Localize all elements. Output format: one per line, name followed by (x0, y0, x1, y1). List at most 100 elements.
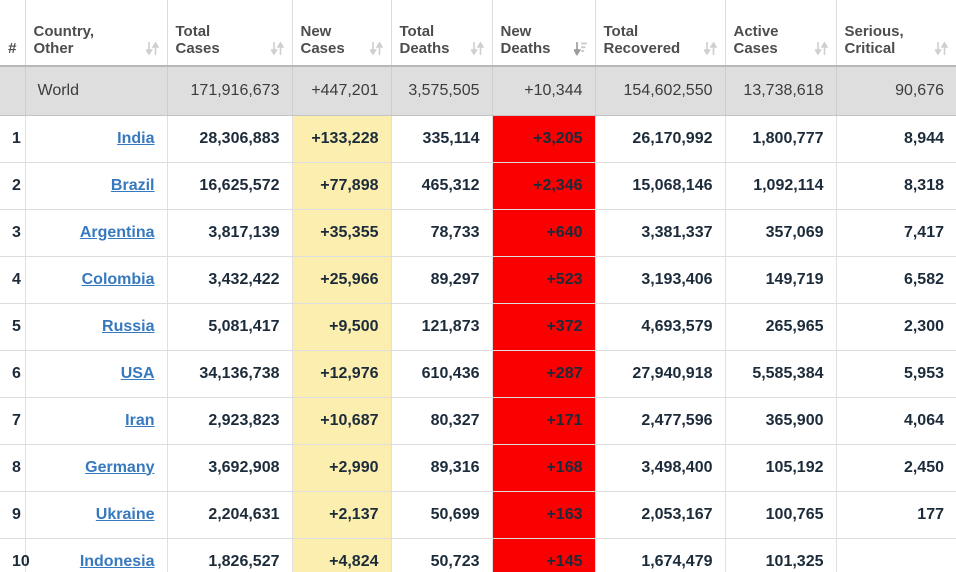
country-link[interactable]: Indonesia (80, 553, 155, 570)
new-cases-cell: +2,137 (292, 491, 392, 539)
new-cases-cell: +25,966 (292, 256, 392, 304)
serious-critical-cell: 8,318 (836, 162, 956, 210)
column-header-active-cases-line2: Cases (733, 40, 778, 57)
new-deaths-cell: +3,205 (492, 115, 596, 163)
column-header-new-deaths-line2: Deaths (500, 40, 551, 57)
total-recovered-cell: 3,381,337 (595, 209, 726, 257)
total-deaths-cell: 465,312 (391, 162, 493, 210)
total-deaths-cell: 610,436 (391, 350, 493, 398)
column-header-total-deaths-line1: Total (399, 23, 435, 40)
serious-critical-cell: 8,944 (836, 115, 956, 163)
sort-both-icon[interactable] (703, 41, 717, 56)
new-cases-cell: +10,687 (292, 397, 392, 445)
rank-cell: 5 (0, 303, 26, 351)
column-header-total-recovered-line2: Recovered (603, 40, 681, 57)
total-recovered-cell: 15,068,146 (595, 162, 726, 210)
column-header-total-deaths-line2: Deaths (399, 40, 450, 57)
table-body: World 171,916,673 +447,201 3,575,505 +10… (0, 66, 956, 572)
header-row: # Country, Other Total Cases New Cases T… (0, 0, 956, 67)
active-cases-cell: 101,325 (725, 538, 837, 572)
total-deaths-cell: 78,733 (391, 209, 493, 257)
new-cases-cell: +2,990 (292, 444, 392, 492)
total-cases-cell: 5,081,417 (167, 303, 293, 351)
total-recovered-cell: 1,674,479 (595, 538, 726, 572)
total-cases-cell: 28,306,883 (167, 115, 293, 163)
country-cell: Argentina (25, 209, 168, 257)
column-header-total-recovered[interactable]: Total Recovered (595, 0, 726, 67)
country-link[interactable]: Colombia (82, 271, 155, 288)
sort-both-icon[interactable] (145, 41, 159, 56)
total-deaths-cell: 80,327 (391, 397, 493, 445)
country-link[interactable]: Brazil (111, 177, 155, 194)
covid-statistics-page: # Country, Other Total Cases New Cases T… (0, 0, 956, 572)
country-link[interactable]: Germany (85, 459, 154, 476)
column-header-total-deaths-label: Total Deaths (400, 23, 450, 57)
new-cases-cell: +9,500 (292, 303, 392, 351)
country-link[interactable]: Ukraine (96, 506, 155, 523)
column-header-serious-line1: Serious, (844, 23, 904, 40)
column-header-total-deaths[interactable]: Total Deaths (391, 0, 493, 67)
country-link[interactable]: Russia (102, 318, 154, 335)
country-link[interactable]: Iran (125, 412, 154, 429)
total-recovered-cell: 27,940,918 (595, 350, 726, 398)
column-header-serious-critical[interactable]: Serious, Critical (836, 0, 956, 67)
world-total-recovered-cell: 154,602,550 (595, 66, 726, 116)
country-cell: Brazil (25, 162, 168, 210)
serious-critical-cell (836, 538, 956, 572)
total-cases-cell: 2,923,823 (167, 397, 293, 445)
table-row: 10 Indonesia 1,826,527 +4,824 50,723 +14… (0, 538, 956, 572)
column-header-rank[interactable]: # (0, 0, 26, 67)
total-cases-cell: 16,625,572 (167, 162, 293, 210)
world-summary-row: World 171,916,673 +447,201 3,575,505 +10… (0, 66, 956, 116)
column-header-new-cases-line1: New (300, 23, 332, 40)
serious-critical-cell: 2,300 (836, 303, 956, 351)
serious-critical-cell: 5,953 (836, 350, 956, 398)
new-deaths-cell: +523 (492, 256, 596, 304)
column-header-new-deaths[interactable]: New Deaths (492, 0, 596, 67)
total-recovered-cell: 2,053,167 (595, 491, 726, 539)
rank-cell: 3 (0, 209, 26, 257)
country-link[interactable]: Argentina (80, 224, 155, 241)
sort-both-icon[interactable] (470, 41, 484, 56)
world-new-cases-cell: +447,201 (292, 66, 392, 116)
table-row: 9 Ukraine 2,204,631 +2,137 50,699 +163 2… (0, 491, 956, 539)
sort-both-icon[interactable] (935, 41, 948, 56)
new-deaths-cell: +163 (492, 491, 596, 539)
country-cell: Ukraine (25, 491, 168, 539)
active-cases-cell: 265,965 (725, 303, 837, 351)
country-cell: Iran (25, 397, 168, 445)
total-deaths-cell: 89,297 (391, 256, 493, 304)
total-deaths-cell: 50,723 (391, 538, 493, 572)
column-header-rank-label: # (8, 40, 17, 57)
column-header-new-cases[interactable]: New Cases (292, 0, 392, 67)
sort-both-icon[interactable] (369, 41, 383, 56)
column-header-country[interactable]: Country, Other (25, 0, 168, 67)
column-header-total-cases-line2: Cases (175, 40, 220, 57)
column-header-total-cases[interactable]: Total Cases (167, 0, 293, 67)
column-header-country-line2: Other (33, 40, 74, 57)
country-cell: Indonesia (25, 538, 168, 572)
total-recovered-cell: 26,170,992 (595, 115, 726, 163)
active-cases-cell: 1,800,777 (725, 115, 837, 163)
active-cases-cell: 149,719 (725, 256, 837, 304)
country-cell: USA (25, 350, 168, 398)
serious-critical-cell: 7,417 (836, 209, 956, 257)
country-link[interactable]: India (117, 130, 154, 147)
new-deaths-cell: +2,346 (492, 162, 596, 210)
sort-both-icon[interactable] (270, 41, 284, 56)
column-header-active-cases[interactable]: Active Cases (725, 0, 837, 67)
rank-cell: 9 (0, 491, 26, 539)
rank-cell: 10 (0, 538, 30, 572)
world-country-cell: World (25, 66, 168, 116)
new-deaths-cell: +640 (492, 209, 596, 257)
sort-amount-down-icon[interactable] (573, 41, 587, 56)
rank-cell: 1 (0, 115, 26, 163)
sort-both-icon[interactable] (814, 41, 828, 56)
column-header-active-cases-line1: Active (733, 23, 779, 40)
country-link[interactable]: USA (121, 365, 155, 382)
serious-critical-cell: 2,450 (836, 444, 956, 492)
new-cases-cell: +133,228 (292, 115, 392, 163)
country-cell: Russia (25, 303, 168, 351)
table-row: 8 Germany 3,692,908 +2,990 89,316 +168 3… (0, 444, 956, 492)
world-serious-cell: 90,676 (836, 66, 956, 116)
